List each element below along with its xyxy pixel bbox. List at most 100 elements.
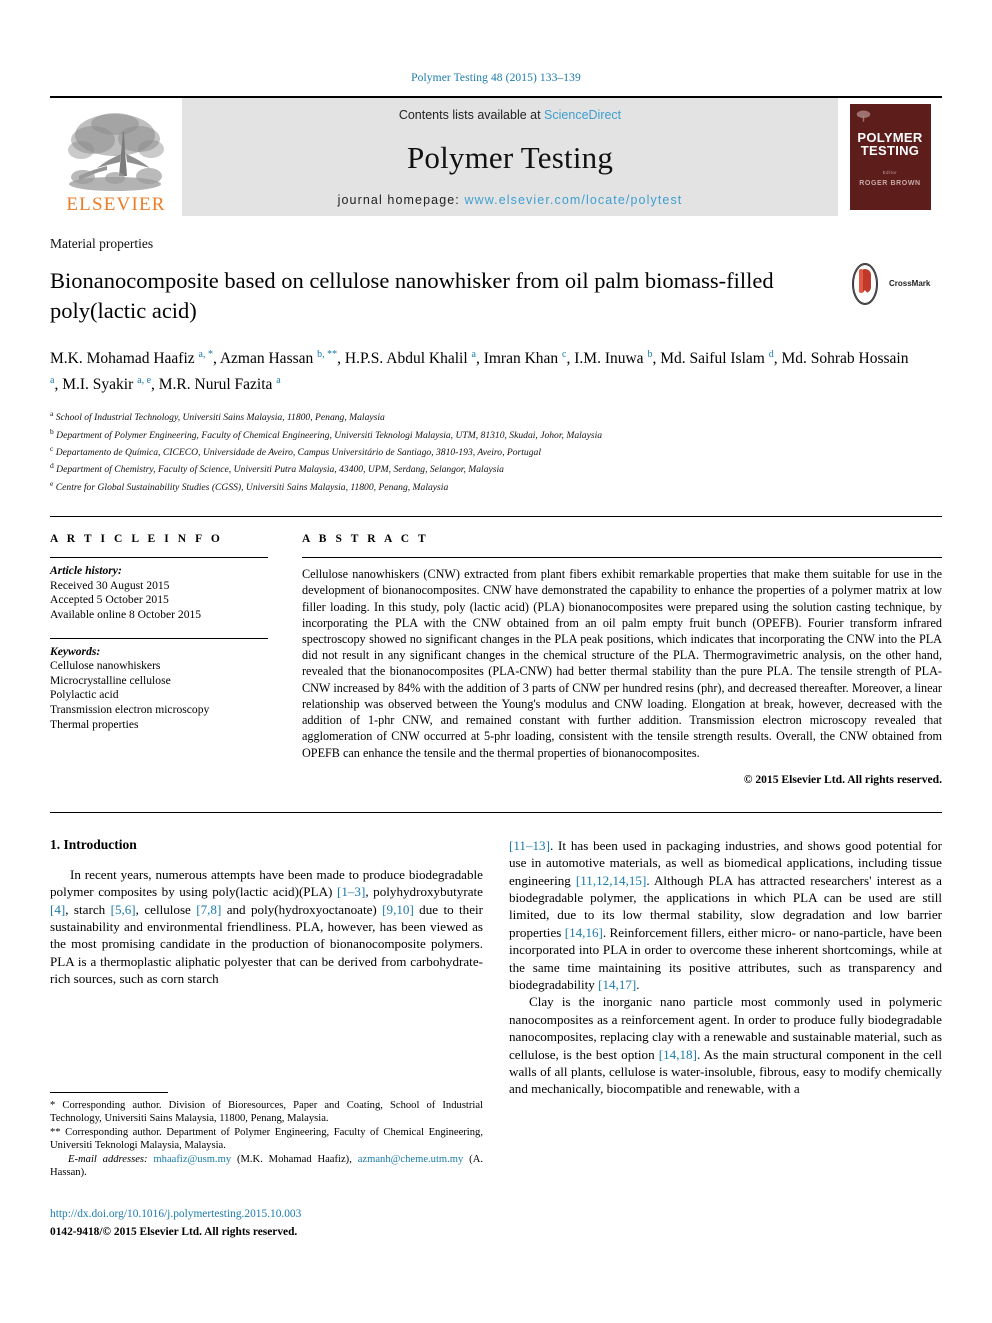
affiliation-item: b Department of Polymer Engineering, Fac… — [50, 426, 603, 441]
elsevier-wordmark: ELSEVIER — [66, 194, 166, 215]
elsevier-tree-icon — [68, 113, 164, 191]
keyword-item: Microcrystalline cellulose — [50, 673, 171, 687]
footnote-block: * Corresponding author. Division of Bior… — [50, 1092, 483, 1179]
journal-cover-thumbnail[interactable]: POLYMER TESTING Editor ROGER BROWN — [838, 98, 942, 216]
author-affiliation-mark: b — [647, 349, 653, 360]
article-history-line: Accepted 5 October 2015 — [50, 593, 169, 607]
cover-editor-name: ROGER BROWN — [859, 180, 921, 187]
cover-title: POLYMER TESTING — [850, 131, 931, 157]
journal-article-page: Polymer Testing 48 (2015) 133–139 ELSEVI… — [0, 0, 992, 1323]
contents-lists-line: Contents lists available at ScienceDirec… — [399, 108, 621, 122]
author-affiliation-mark: a, * — [198, 349, 213, 360]
journal-title: Polymer Testing — [406, 139, 614, 175]
author-affiliation-mark: a — [50, 375, 55, 387]
elsevier-logo: ELSEVIER — [50, 98, 182, 216]
author-affiliation-mark: a, e — [137, 375, 152, 387]
sciencedirect-link[interactable]: ScienceDirect — [544, 108, 621, 122]
body-separator — [50, 811, 942, 813]
abstract-column: A B S T R A C T Cellulose nanowhiskers (… — [302, 533, 942, 786]
cover-editor-label: Editor — [882, 170, 898, 175]
keywords-label: Keywords: — [50, 644, 101, 658]
author-list: M.K. Mohamad Haafiz a, *, Azman Hassan b… — [50, 349, 909, 394]
author-name: M.I. Syakir — [62, 376, 138, 394]
citation-reference[interactable]: [14,16] — [565, 925, 603, 940]
doi-block: http://dx.doi.org/10.1016/j.polymertesti… — [50, 1207, 520, 1240]
footnote-rule — [50, 1092, 168, 1093]
keyword-item: Polylactic acid — [50, 688, 119, 702]
email-label: E-mail addresses: — [68, 1153, 148, 1165]
author-name: I.M. Inuwa — [574, 350, 648, 368]
citation-reference[interactable]: [11,12,14,15] — [576, 873, 646, 888]
affiliation-mark: b — [50, 426, 54, 436]
issn-copyright-line: 0142-9418/© 2015 Elsevier Ltd. All right… — [50, 1226, 298, 1238]
author-name: Imran Khan — [483, 350, 563, 368]
right-column: [11–13]. It has been used in packaging i… — [509, 837, 942, 1098]
intro-paragraph-right-2: Clay is the inorganic nano particle most… — [509, 994, 942, 1097]
email-link-2[interactable]: azmanh@cheme.utm.my — [358, 1154, 464, 1165]
email-link-1[interactable]: mhaafiz@usm.my — [153, 1154, 231, 1165]
article-info-heading: A R T I C L E I N F O — [50, 533, 223, 546]
citation-reference[interactable]: [11–13] — [509, 838, 550, 853]
affiliation-item: a School of Industrial Technology, Unive… — [50, 409, 385, 424]
citation-reference[interactable]: [14,18] — [659, 1047, 697, 1062]
affiliation-item: d Department of Chemistry, Faculty of Sc… — [50, 461, 504, 476]
citation-reference[interactable]: [14,17] — [598, 977, 636, 992]
journal-homepage-line: journal homepage: www.elsevier.com/locat… — [338, 193, 683, 207]
citation-reference[interactable]: [1–3] — [337, 884, 365, 899]
cover-title-line2: TESTING — [860, 143, 920, 158]
email-owner-1: (M.K. Mohamad Haafiz), — [236, 1153, 352, 1165]
body-columns: 1. Introduction In recent years, numerou… — [50, 837, 942, 1098]
running-head: Polymer Testing 48 (2015) 133–139 — [411, 72, 581, 84]
citation-reference[interactable]: [9,10] — [382, 902, 414, 917]
affiliation-mark: c — [50, 444, 54, 454]
crossmark-icon — [852, 263, 878, 305]
author-name: M.R. Nurul Fazita — [158, 376, 277, 394]
article-history-group: Article history: Received 30 August 2015… — [50, 558, 268, 622]
journal-homepage-link[interactable]: www.elsevier.com/locate/polytest — [464, 193, 682, 207]
citation-reference[interactable]: [7,8] — [196, 902, 221, 917]
affiliation-item: c Departamento de Química, CICECO, Unive… — [50, 444, 541, 459]
keyword-item: Transmission electron microscopy — [50, 703, 210, 717]
abstract-text: Cellulose nanowhiskers (CNW) extracted f… — [302, 567, 942, 760]
keywords-group: Keywords: Cellulose nanowhiskers Microcry… — [50, 639, 268, 733]
article-history-line: Available online 8 October 2015 — [50, 608, 202, 622]
affiliation-mark: e — [50, 478, 54, 488]
author-affiliation-mark: b, ** — [317, 349, 338, 360]
author-name: H.P.S. Abdul Khalil — [344, 350, 472, 368]
journal-masthead: ELSEVIER Contents lists available at Sci… — [50, 96, 942, 216]
article-info-column: A R T I C L E I N F O Article history: R… — [50, 533, 302, 785]
homepage-prefix: journal homepage: — [337, 193, 465, 207]
doi-link[interactable]: http://dx.doi.org/10.1016/j.polymertesti… — [50, 1207, 520, 1222]
email-addresses: E-mail addresses: mhaafiz@usm.my (M.K. M… — [50, 1153, 483, 1180]
abstract-copyright: © 2015 Elsevier Ltd. All rights reserved… — [743, 772, 942, 786]
author-name: M.K. Mohamad Haafiz — [50, 350, 199, 368]
author-affiliation-mark: a — [471, 349, 476, 360]
left-column: 1. Introduction In recent years, numerou… — [50, 837, 483, 1098]
affiliation-mark: a — [50, 409, 54, 419]
contents-prefix: Contents lists available at — [398, 108, 545, 122]
keyword-item: Thermal properties — [50, 717, 139, 731]
section-kicker: Material properties — [50, 236, 154, 251]
article-history-lines: Received 30 August 2015 Accepted 5 Octobe… — [50, 579, 268, 623]
corresponding-author-2: ** Corresponding author. Department of P… — [50, 1126, 483, 1152]
keyword-lines: Cellulose nanowhiskers Microcrystalline c… — [50, 659, 268, 732]
article-title: Bionanocomposite based on cellulose nano… — [50, 268, 774, 323]
corresponding-author-1: * Corresponding author. Division of Bior… — [50, 1100, 483, 1125]
citation-reference[interactable]: [5,6] — [111, 902, 136, 917]
intro-paragraph-right-1: [11–13]. It has been used in packaging i… — [509, 837, 942, 992]
crossmark-label: CrossMark — [889, 279, 931, 288]
crossmark-badge[interactable]: CrossMark — [844, 262, 942, 306]
abstract-heading: A B S T R A C T — [302, 533, 429, 546]
keyword-item: Cellulose nanowhiskers — [50, 659, 161, 673]
citation-reference[interactable]: [4] — [50, 902, 65, 917]
article-history-label: Article history: — [50, 564, 122, 578]
intro-paragraph-left: In recent years, numerous attempts have … — [50, 866, 484, 987]
affiliation-item: e Centre for Global Sustainability Studi… — [50, 478, 449, 494]
author-affiliation-mark: c — [562, 349, 567, 360]
author-affiliation-mark: d — [768, 349, 774, 360]
journal-band: Contents lists available at ScienceDirec… — [182, 98, 838, 216]
author-name: Azman Hassan — [219, 350, 318, 368]
author-name: Md. Saiful Islam — [660, 350, 769, 368]
title-block: Material properties CrossMark Bionanocom… — [50, 236, 942, 494]
info-abstract-section: A R T I C L E I N F O Article history: R… — [50, 516, 942, 786]
